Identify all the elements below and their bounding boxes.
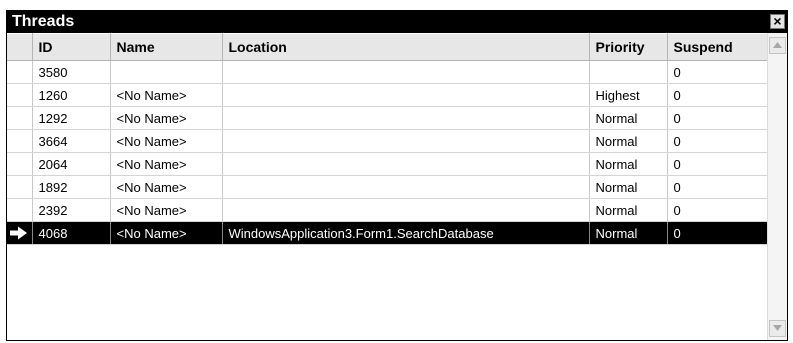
cell-name: <No Name> (110, 221, 223, 245)
scroll-down-button[interactable] (769, 320, 786, 337)
cell-id: 2064 (32, 152, 111, 176)
cell-suspend: 0 (667, 106, 768, 130)
cell-location (222, 106, 590, 130)
cell-suspend: 0 (667, 129, 768, 153)
cell-location: WindowsApplication3.Form1.SearchDatabase (222, 221, 590, 245)
column-header-name[interactable]: Name (110, 33, 223, 61)
cell-location (222, 83, 590, 107)
cell-suspend: 0 (667, 221, 768, 245)
thread-row[interactable]: 1292 <No Name> Normal 0 (7, 106, 768, 130)
row-indicator (7, 129, 33, 153)
triangle-up-icon (773, 42, 782, 48)
cell-priority: Normal (589, 175, 668, 199)
column-header-suspend[interactable]: Suspend (667, 33, 768, 61)
title-bar[interactable]: Threads × (7, 11, 787, 33)
cell-suspend: 0 (667, 60, 768, 84)
threads-grid: ID Name Location Priority Suspend 3580 0 1… (7, 33, 787, 340)
row-indicator (7, 152, 33, 176)
row-indicator (7, 106, 33, 130)
thread-row[interactable]: 3580 0 (7, 60, 768, 84)
cell-name: <No Name> (110, 175, 223, 199)
threads-window: Threads × ID Name Location Priority Susp… (6, 10, 788, 341)
cell-suspend: 0 (667, 198, 768, 222)
cell-id: 3580 (32, 60, 111, 84)
thread-row[interactable]: 1260 <No Name> Highest 0 (7, 83, 768, 107)
close-icon: × (773, 13, 782, 29)
cell-location (222, 129, 590, 153)
cell-priority (589, 60, 668, 84)
thread-row[interactable]: 4068 <No Name> WindowsApplication3.Form1.S… (7, 221, 768, 245)
row-indicator (7, 198, 33, 222)
cell-suspend: 0 (667, 152, 768, 176)
thread-row[interactable]: 1892 <No Name> Normal 0 (7, 175, 768, 199)
cell-location (222, 60, 590, 84)
cell-id: 1292 (32, 106, 111, 130)
column-header-id[interactable]: ID (32, 33, 111, 61)
cell-priority: Normal (589, 221, 668, 245)
cell-priority: Normal (589, 198, 668, 222)
cell-id: 4068 (32, 221, 111, 245)
cell-location (222, 152, 590, 176)
cell-name: <No Name> (110, 129, 223, 153)
scroll-up-button[interactable] (769, 37, 786, 54)
cell-id: 3664 (32, 129, 111, 153)
thread-row[interactable]: 2064 <No Name> Normal 0 (7, 152, 768, 176)
cell-priority: Highest (589, 83, 668, 107)
cell-location (222, 198, 590, 222)
threads-table: ID Name Location Priority Suspend 3580 0 1… (7, 33, 768, 245)
cell-name (110, 60, 223, 84)
cell-priority: Normal (589, 129, 668, 153)
cell-suspend: 0 (667, 83, 768, 107)
row-indicator (7, 175, 33, 199)
cell-id: 1892 (32, 175, 111, 199)
cell-location (222, 175, 590, 199)
cell-priority: Normal (589, 152, 668, 176)
row-indicator (7, 83, 33, 107)
row-indicator (7, 60, 33, 84)
cell-name: <No Name> (110, 106, 223, 130)
cell-name: <No Name> (110, 198, 223, 222)
thread-row[interactable]: 2392 <No Name> Normal 0 (7, 198, 768, 222)
arrow-right-icon (10, 226, 28, 240)
thread-row[interactable]: 3664 <No Name> Normal 0 (7, 129, 768, 153)
cell-name: <No Name> (110, 83, 223, 107)
cell-id: 2392 (32, 198, 111, 222)
window-title: Threads (12, 13, 75, 30)
vertical-scrollbar[interactable] (767, 33, 787, 340)
cell-suspend: 0 (667, 175, 768, 199)
header-row: ID Name Location Priority Suspend (7, 33, 768, 61)
column-header-indicator[interactable] (7, 33, 33, 61)
triangle-down-icon (773, 325, 782, 331)
cell-name: <No Name> (110, 152, 223, 176)
row-indicator (7, 221, 33, 245)
cell-priority: Normal (589, 106, 668, 130)
cell-id: 1260 (32, 83, 111, 107)
column-header-priority[interactable]: Priority (589, 33, 668, 61)
close-button[interactable]: × (770, 14, 785, 29)
column-header-location[interactable]: Location (222, 33, 590, 61)
